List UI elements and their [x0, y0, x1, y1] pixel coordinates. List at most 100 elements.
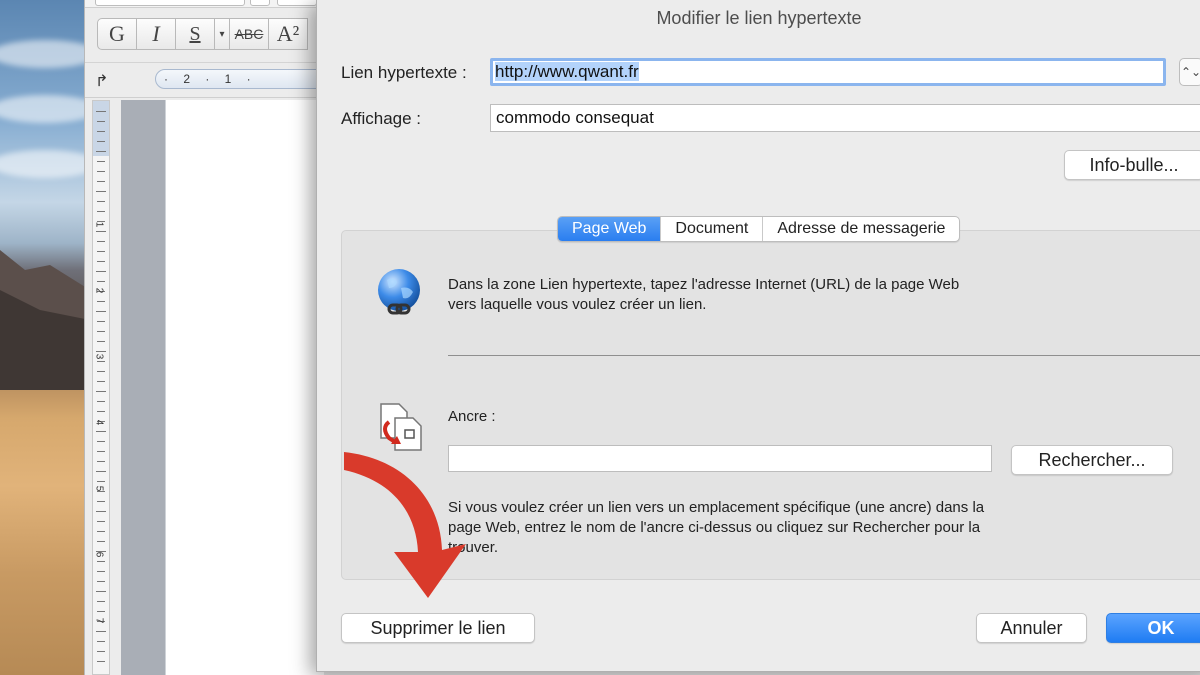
cloud: [0, 150, 90, 178]
ruler-number: 3: [93, 353, 105, 360]
ruler-tick: [97, 561, 105, 562]
underline-options-button[interactable]: ▾: [214, 18, 230, 50]
ruler-number: 7: [93, 617, 105, 624]
globe-link-icon: [378, 269, 420, 315]
ruler-tick: [97, 411, 105, 412]
separator: [448, 355, 1200, 356]
anchor-label: Ancre :: [448, 408, 496, 425]
vertical-ruler[interactable]: 1 2 3 4 5 6 7: [92, 100, 110, 675]
bold-button[interactable]: G: [97, 18, 137, 50]
cancel-button[interactable]: Annuler: [976, 613, 1087, 643]
ruler-tick: [96, 231, 106, 232]
ruler-bar: ↱ · 2 · 1 ·: [85, 62, 324, 98]
ruler-tick: [97, 521, 105, 522]
ruler-tick: [97, 371, 105, 372]
search-anchor-button[interactable]: Rechercher...: [1011, 445, 1173, 475]
ok-button[interactable]: OK: [1106, 613, 1200, 643]
ruler-tick: [97, 301, 105, 302]
ruler-number: 1: [93, 221, 105, 228]
tab-web-page[interactable]: Page Web: [558, 217, 662, 241]
ruler-tick: [97, 211, 105, 212]
ruler-tick: [97, 251, 105, 252]
word-document-window: G I S ▾ ABC A² ↱ · 2 · 1 · 1 2 3 4 5 6 7: [84, 0, 324, 675]
underline-button[interactable]: S: [175, 18, 215, 50]
link-type-tabs: Page Web Document Adresse de messagerie: [557, 216, 961, 242]
ruler-tick: [96, 511, 106, 512]
ruler-tick: [96, 151, 106, 152]
ruler-tick: [96, 271, 106, 272]
font-name-field[interactable]: [95, 0, 245, 6]
ruler-tick: [97, 201, 105, 202]
ruler-tick: [97, 501, 105, 502]
display-label: Affichage :: [341, 109, 422, 128]
hyperlink-url-value: http://www.qwant.fr: [495, 62, 639, 81]
screentip-button[interactable]: Info-bulle...: [1064, 150, 1200, 180]
ruler-tick: [97, 181, 105, 182]
ruler-tick: [96, 111, 106, 112]
vertical-ruler-margin: [93, 101, 109, 156]
tab-stop-icon[interactable]: ↱: [95, 71, 108, 91]
ruler-tick: [97, 281, 105, 282]
document-page[interactable]: [165, 100, 324, 675]
ruler-tick: [97, 381, 105, 382]
ruler-number: 5: [93, 485, 105, 492]
ruler-tick: [96, 591, 106, 592]
cloud: [0, 95, 90, 123]
ruler-tick: [97, 451, 105, 452]
font-dropdown[interactable]: [250, 0, 270, 6]
ruler-tick: [97, 481, 105, 482]
ruler-tick: [97, 541, 105, 542]
ruler-tick: [97, 611, 105, 612]
hyperlink-label: Lien hypertexte :: [341, 63, 467, 82]
strikethrough-button[interactable]: ABC: [229, 18, 269, 50]
italic-button[interactable]: I: [136, 18, 176, 50]
hyperlink-url-input[interactable]: http://www.qwant.fr: [490, 58, 1166, 86]
ruler-tick: [97, 141, 105, 142]
ruler-tick: [97, 581, 105, 582]
ruler-tick: [97, 131, 105, 132]
web-page-instructions: Dans la zone Lien hypertexte, tapez l'ad…: [448, 276, 960, 313]
ruler-tick: [97, 241, 105, 242]
ruler-tick: [96, 431, 106, 432]
ruler-tick: [97, 641, 105, 642]
ruler-tick: [97, 651, 105, 652]
ruler-tick: [97, 401, 105, 402]
tab-email-address[interactable]: Adresse de messagerie: [763, 217, 959, 241]
mountain-icon: [0, 250, 90, 390]
ruler-tick: [97, 331, 105, 332]
remove-link-button[interactable]: Supprimer le lien: [341, 613, 535, 643]
top-toolbar: [85, 0, 324, 8]
ruler-number: 6: [93, 551, 105, 558]
url-history-stepper-icon[interactable]: ⌃⌄: [1179, 58, 1200, 86]
ruler-tick: [97, 531, 105, 532]
ruler-tick: [97, 441, 105, 442]
ruler-tick: [96, 471, 106, 472]
ruler-tick: [96, 351, 106, 352]
dialog-title: Modifier le lien hypertexte: [656, 8, 862, 28]
anchor-help-text: Si vous voulez créer un lien vers un emp…: [448, 499, 985, 556]
format-toolbar: G I S ▾ ABC A²: [97, 18, 324, 50]
tab-document[interactable]: Document: [661, 217, 764, 241]
ruler-tick: [97, 121, 105, 122]
ruler-tick: [97, 341, 105, 342]
ruler-tick: [96, 631, 106, 632]
superscript-button[interactable]: A²: [268, 18, 308, 50]
desktop-background: [0, 0, 90, 675]
ruler-tick: [97, 361, 105, 362]
red-arrow-annotation: [344, 452, 466, 598]
cloud: [0, 40, 90, 68]
ruler-tick: [97, 171, 105, 172]
ruler-tick: [96, 311, 106, 312]
ruler-tick: [97, 461, 105, 462]
ruler-tick: [97, 321, 105, 322]
ruler-tick: [97, 261, 105, 262]
ruler-tick: [96, 191, 106, 192]
ruler-tick: [97, 161, 105, 162]
ruler-tick: [97, 601, 105, 602]
display-text-input[interactable]: commodo consequat: [490, 104, 1200, 132]
ruler-number: 4: [93, 419, 105, 426]
anchor-input[interactable]: [448, 445, 992, 472]
horizontal-ruler[interactable]: · 2 · 1 ·: [155, 69, 324, 89]
font-size-field[interactable]: [277, 0, 317, 6]
ruler-tick: [96, 391, 106, 392]
